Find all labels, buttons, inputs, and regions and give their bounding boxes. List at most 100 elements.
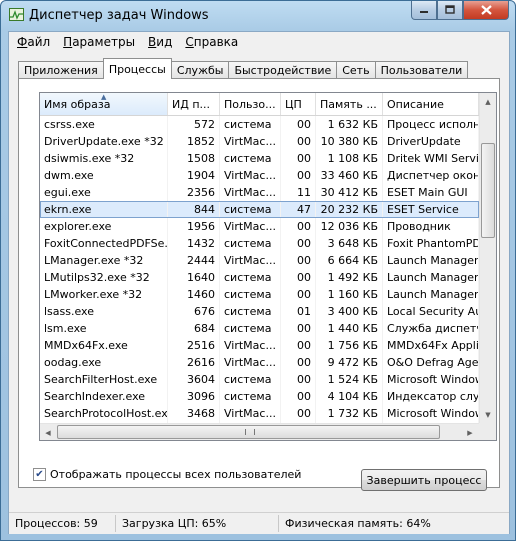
cell-description: Процесс исполне [383, 116, 479, 133]
cell-description: Dritek WMI Servic [383, 150, 479, 167]
scroll-right-arrow-icon[interactable]: ▶ [462, 424, 478, 440]
cell-image-name: LManager.exe *32 [40, 252, 168, 269]
cell-image-name: oodag.exe [40, 354, 168, 371]
cell-user: система [220, 235, 281, 252]
process-row[interactable]: MMDx64Fx.exe 2516 VirtMac... 00 1 756 КБ MMDx… [40, 337, 479, 354]
minimize-button[interactable] [411, 1, 437, 20]
scroll-up-arrow-icon[interactable]: ▲ [480, 93, 496, 110]
show-all-users-label: Отображать процессы всех пользователей [50, 468, 302, 481]
task-manager-window: Диспетчер задач Windows Файл Параметры В… [0, 0, 516, 541]
cell-description: Foxit PhantomPD [383, 235, 479, 252]
title-bar[interactable]: Диспетчер задач Windows [1, 1, 515, 31]
cell-pid: 1460 [168, 286, 220, 303]
horizontal-scrollbar[interactable]: ◀ ▶ [40, 423, 479, 440]
column-header-pid[interactable]: ИД п... [168, 93, 220, 115]
cell-pid: 676 [168, 303, 220, 320]
cell-description: Диспетчер окон [383, 167, 479, 184]
column-header-image-name[interactable]: ▲ Имя образа [40, 93, 168, 115]
cell-image-name: csrss.exe [40, 116, 168, 133]
scrollbar-corner [479, 423, 496, 440]
cell-image-name: LMutilps32.exe *32 [40, 269, 168, 286]
cell-user: система [220, 150, 281, 167]
menu-file[interactable]: Файл [12, 35, 55, 49]
column-header-memory[interactable]: Память ... [316, 93, 383, 115]
cell-cpu: 00 [281, 218, 316, 235]
cell-image-name: explorer.exe [40, 218, 168, 235]
tab-applications[interactable]: Приложения [18, 61, 104, 79]
process-row[interactable]: explorer.exe 1956 VirtMac... 00 12 036 КБ Про… [40, 218, 479, 235]
cell-cpu: 00 [281, 405, 316, 422]
process-row[interactable]: oodag.exe 2616 VirtMac... 00 9 472 КБ O&O Def… [40, 354, 479, 371]
cell-pid: 2356 [168, 184, 220, 201]
process-row[interactable]: DriverUpdate.exe *32 1852 VirtMac... 00 10 3… [40, 133, 479, 150]
tab-services[interactable]: Службы [170, 61, 230, 79]
menu-view[interactable]: Вид [143, 35, 177, 49]
menu-options[interactable]: Параметры [58, 35, 140, 49]
close-button[interactable] [463, 1, 509, 20]
cell-description: ESET Service [383, 201, 479, 218]
window-title: Диспетчер задач Windows [29, 8, 209, 23]
cell-memory: 30 412 КБ [316, 184, 383, 201]
process-row[interactable]: LMutilps32.exe *32 1640 система 00 1 492 КБ L… [40, 269, 479, 286]
process-list[interactable]: ▲ Имя образа ИД п... Пользо... ЦП Память… [39, 92, 497, 441]
cell-memory: 9 472 КБ [316, 354, 383, 371]
maximize-button[interactable] [437, 1, 463, 20]
minimize-icon [420, 11, 428, 13]
cell-cpu: 00 [281, 150, 316, 167]
tab-processes[interactable]: Процессы [102, 58, 172, 79]
cell-cpu: 47 [281, 201, 316, 218]
show-all-users-checkbox[interactable]: ✔ [33, 468, 46, 481]
menu-help[interactable]: Справка [180, 35, 243, 49]
cell-description: Launch Manager [383, 269, 479, 286]
cell-user: система [220, 320, 281, 337]
vertical-scroll-thumb[interactable] [481, 143, 495, 238]
cell-image-name: lsm.exe [40, 320, 168, 337]
horizontal-scroll-thumb[interactable] [57, 425, 440, 439]
cell-cpu: 00 [281, 320, 316, 337]
process-row[interactable]: SearchFilterHost.exe 3604 система 00 1 524 К… [40, 371, 479, 388]
process-row[interactable]: SearchIndexer.exe 3096 система 00 4 104 КБ Ин… [40, 388, 479, 405]
process-row[interactable]: LManager.exe *32 2444 VirtMac... 00 6 664 КБ… [40, 252, 479, 269]
cell-description: Microsoft Window [383, 405, 479, 422]
column-header-user[interactable]: Пользо... [220, 93, 281, 115]
cell-user: система [220, 388, 281, 405]
process-row[interactable]: dsiwmis.exe *32 1508 система 00 1 108 КБ Drit… [40, 150, 479, 167]
process-row[interactable]: SearchProtocolHost.exe 3468 VirtMac... 00 1 … [40, 405, 479, 422]
scroll-down-arrow-icon[interactable]: ▼ [480, 406, 496, 423]
cell-memory: 1 732 КБ [316, 405, 383, 422]
cell-memory: 20 232 КБ [316, 201, 383, 218]
cell-user: VirtMac... [220, 184, 281, 201]
cell-user: система [220, 303, 281, 320]
process-row[interactable]: LMworker.exe *32 1460 система 00 1 160 КБ Lau… [40, 286, 479, 303]
scroll-left-arrow-icon[interactable]: ◀ [40, 424, 56, 440]
tab-performance[interactable]: Быстродействие [228, 61, 338, 79]
column-header-cpu[interactable]: ЦП [281, 93, 316, 115]
process-row[interactable]: ekrn.exe 844 система 47 20 232 КБ ESET Servic… [40, 201, 479, 218]
process-row[interactable]: FoxitConnectedPDFSe... 1432 система 00 3 648… [40, 235, 479, 252]
cell-memory: 1 492 КБ [316, 269, 383, 286]
tab-network[interactable]: Сеть [336, 61, 376, 79]
process-row[interactable]: lsass.exe 676 система 01 3 400 КБ Local Secur… [40, 303, 479, 320]
tab-strip: Приложения Процессы Службы Быстродействи… [18, 58, 469, 79]
tab-users[interactable]: Пользователи [374, 61, 469, 79]
cell-cpu: 00 [281, 133, 316, 150]
cell-pid: 2444 [168, 252, 220, 269]
cell-image-name: SearchIndexer.exe [40, 388, 168, 405]
cell-user: система [220, 286, 281, 303]
process-row[interactable]: egui.exe 2356 VirtMac... 11 30 412 КБ ESET Ma… [40, 184, 479, 201]
cell-description: Launch Manager [383, 252, 479, 269]
cell-cpu: 01 [281, 303, 316, 320]
process-row[interactable]: lsm.exe 684 система 00 1 440 КБ Служба диспет… [40, 320, 479, 337]
cell-memory: 3 400 КБ [316, 303, 383, 320]
cell-description: Индексатор служ [383, 388, 479, 405]
cell-user: система [220, 116, 281, 133]
column-header-description[interactable]: Описание [383, 93, 479, 115]
status-bar: Процессов: 59 Загрузка ЦП: 65% Физическа… [9, 512, 509, 534]
show-all-users-option[interactable]: ✔ Отображать процессы всех пользователей [33, 468, 301, 481]
process-row[interactable]: dwm.exe 1904 VirtMac... 00 33 460 КБ Диспетче… [40, 167, 479, 184]
process-row[interactable]: csrss.exe 572 система 00 1 632 КБ Процесс исп… [40, 116, 479, 133]
cell-user: VirtMac... [220, 337, 281, 354]
vertical-scrollbar[interactable]: ▲ ▼ [479, 93, 496, 423]
cell-memory: 12 036 КБ [316, 218, 383, 235]
end-process-button[interactable]: Завершить процесс [361, 469, 487, 491]
